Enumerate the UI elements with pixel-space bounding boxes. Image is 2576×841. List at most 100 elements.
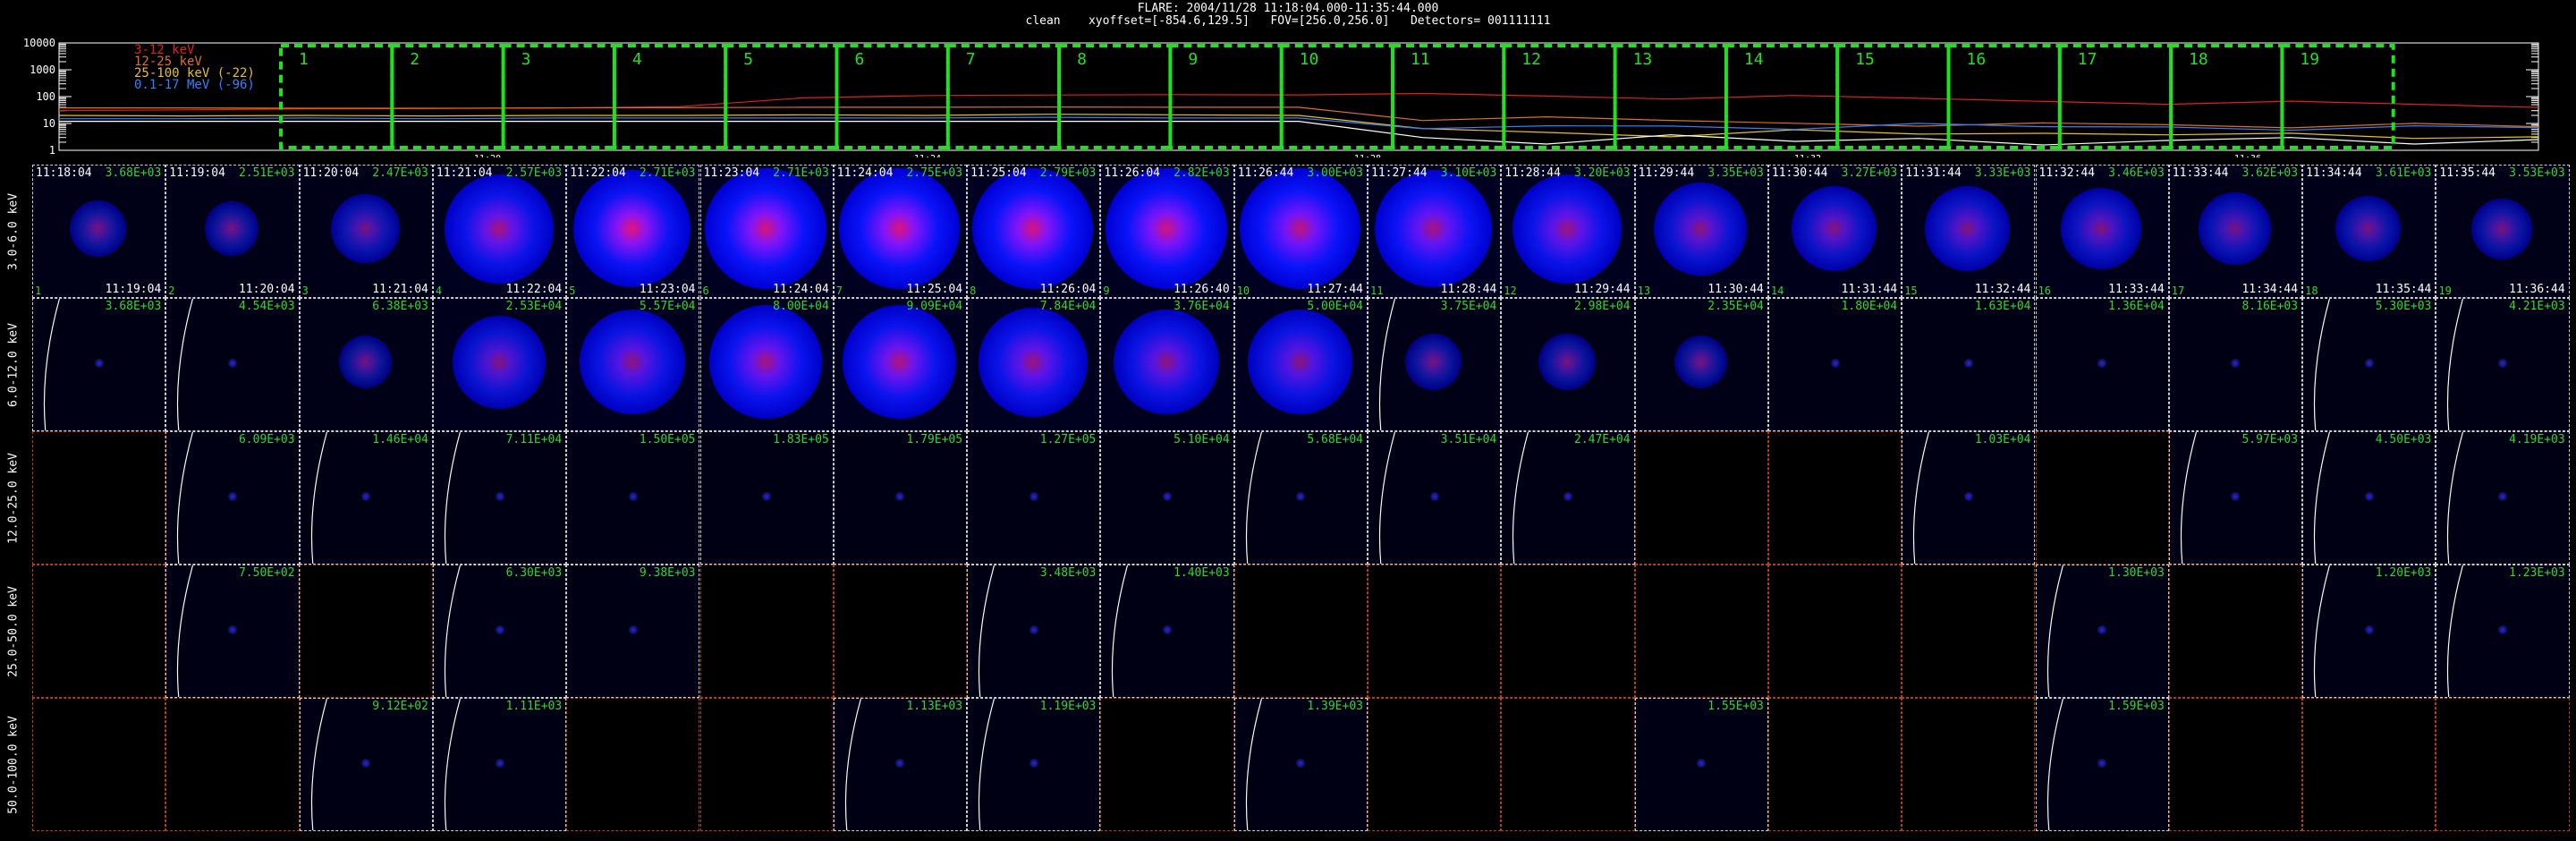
image-peak-value: 3.46E+03 (2108, 166, 2165, 180)
image-cell: 7.50E+02 (165, 565, 300, 698)
image-cell: 5.10E+04 (1100, 431, 1234, 565)
solar-limb-line (310, 699, 327, 830)
image-cell: 9.12E+02 (299, 698, 433, 831)
lightcurve-series-line (59, 116, 2539, 132)
image-cell: 11:23:04 2.71E+03 11:24:04 6 (699, 165, 834, 298)
interval-number: 19 (2300, 50, 2319, 69)
image-start-time: 11:26:44 (1237, 166, 1294, 180)
image-cell: 11:20:04 2.47E+03 11:21:04 3 (299, 165, 433, 298)
empty-image-cell (699, 565, 834, 698)
image-cell: 4.19E+03 (2436, 431, 2570, 565)
source-disk (1963, 358, 1973, 368)
solar-limb-line (2447, 565, 2464, 697)
source-disk (69, 200, 127, 258)
time-interval-box (724, 44, 839, 149)
image-cell: 5.97E+03 (2168, 431, 2303, 565)
image-end-time: 11:29:44 (1573, 283, 1631, 296)
source-disk (843, 305, 956, 419)
source-disk (1538, 333, 1596, 391)
image-peak-value: 9.09E+04 (906, 300, 963, 313)
image-end-time: 11:28:44 (1440, 283, 1497, 296)
solar-limb-line (444, 565, 461, 697)
image-end-time: 11:36:44 (2509, 283, 2565, 296)
image-interval-number: 5 (569, 285, 576, 297)
image-cell: 5.30E+03 (2302, 298, 2436, 431)
image-peak-value: 1.83E+05 (773, 433, 829, 446)
source-disk (708, 305, 823, 419)
solar-limb-path (2447, 432, 2464, 564)
x-tick-label: 11:36 (2234, 154, 2261, 157)
interval-number: 12 (1521, 50, 1541, 69)
image-interval-number: 16 (2038, 285, 2051, 297)
empty-image-cell (32, 565, 166, 698)
interval-number: 4 (632, 50, 642, 69)
image-peak-value: 3.76E+04 (1174, 300, 1230, 313)
image-start-time: 11:29:44 (1638, 166, 1695, 180)
interval-number: 8 (1077, 50, 1087, 69)
image-interval-number: 11 (1370, 285, 1384, 297)
solar-limb-line (1513, 432, 1530, 564)
image-peak-value: 7.11E+04 (505, 433, 563, 446)
image-peak-value: 3.20E+03 (1573, 166, 1631, 180)
image-peak-value: 2.51E+03 (238, 166, 295, 180)
image-peak-value: 3.62E+03 (2241, 166, 2299, 180)
image-peak-value: 5.97E+03 (2241, 433, 2299, 446)
empty-image-cell (165, 698, 300, 831)
source-disk (1654, 182, 1748, 276)
image-peak-value: 5.10E+04 (1174, 433, 1230, 446)
row-energy-label-text: 50.0-100.0 keV (6, 715, 21, 814)
image-peak-value: 4.19E+03 (2509, 433, 2565, 446)
image-interval-number: 7 (835, 285, 843, 297)
empty-image-cell (299, 565, 433, 698)
solar-limb-path (1378, 432, 1396, 564)
source-disk (1674, 336, 1727, 388)
interval-number: 3 (521, 50, 531, 69)
image-cell: 2.47E+04 (1501, 431, 1635, 565)
empty-image-cell (1902, 565, 2036, 698)
interval-number: 13 (1633, 50, 1653, 69)
source-disk (971, 167, 1094, 290)
solar-limb-path (444, 565, 461, 697)
image-peak-value: 1.80E+04 (1841, 300, 1898, 313)
image-cell: 11:30:44 3.27E+03 11:31:44 14 (1767, 165, 1902, 298)
image-start-time: 11:28:44 (1504, 166, 1561, 180)
image-end-time: 11:20:04 (238, 283, 295, 296)
y-tick-label: 100 (36, 90, 55, 103)
solar-limb-line (43, 299, 61, 430)
empty-image-cell (1501, 698, 1635, 831)
solar-limb-path (2447, 565, 2464, 697)
image-cell: 6.30E+03 (432, 565, 567, 698)
time-interval-box (2280, 44, 2395, 149)
empty-image-cell (1233, 565, 1368, 698)
time-interval-box (1168, 44, 1284, 149)
row-energy-label-text: 25.0-50.0 keV (6, 585, 21, 677)
image-end-time: 11:25:04 (906, 283, 963, 296)
image-peak-value: 1.30E+03 (2108, 566, 2165, 580)
image-cell: 3.75E+04 (1368, 298, 1502, 431)
image-end-time: 11:23:04 (639, 283, 696, 296)
image-peak-value: 1.20E+03 (2375, 566, 2432, 580)
image-cell: 3.68E+03 (32, 298, 166, 431)
image-peak-value: 1.46E+04 (372, 433, 428, 446)
image-cell: 1.19E+03 (967, 698, 1101, 831)
image-peak-value: 1.39E+03 (1307, 700, 1363, 713)
image-peak-value: 2.75E+03 (906, 166, 963, 180)
empty-image-cell (566, 698, 700, 831)
row-energy-label: 3.0-6.0 keV (0, 165, 27, 298)
image-peak-value: 1.19E+03 (1039, 700, 1097, 713)
solar-limb-path (978, 565, 996, 697)
empty-image-cell (2302, 698, 2436, 831)
solar-limb-path (310, 699, 327, 830)
image-start-time: 11:21:04 (436, 166, 493, 180)
image-cell: 4.21E+03 (2436, 298, 2570, 431)
solar-limb-path (2313, 565, 2331, 697)
interval-number: 16 (1967, 50, 1987, 69)
image-cell: 11:18:04 3.68E+03 11:19:04 1 (32, 165, 166, 298)
image-interval-number: 17 (2171, 285, 2185, 297)
image-cell: 2.98E+04 (1501, 298, 1635, 431)
x-tick-label: 11:24 (914, 154, 941, 157)
image-cell: 11:24:04 2.75E+03 11:25:04 7 (833, 165, 968, 298)
image-cell: 11:35:44 3.53E+03 11:36:44 19 (2436, 165, 2570, 298)
interval-number: 10 (1300, 50, 1319, 69)
image-peak-value: 1.40E+03 (1174, 566, 1230, 580)
